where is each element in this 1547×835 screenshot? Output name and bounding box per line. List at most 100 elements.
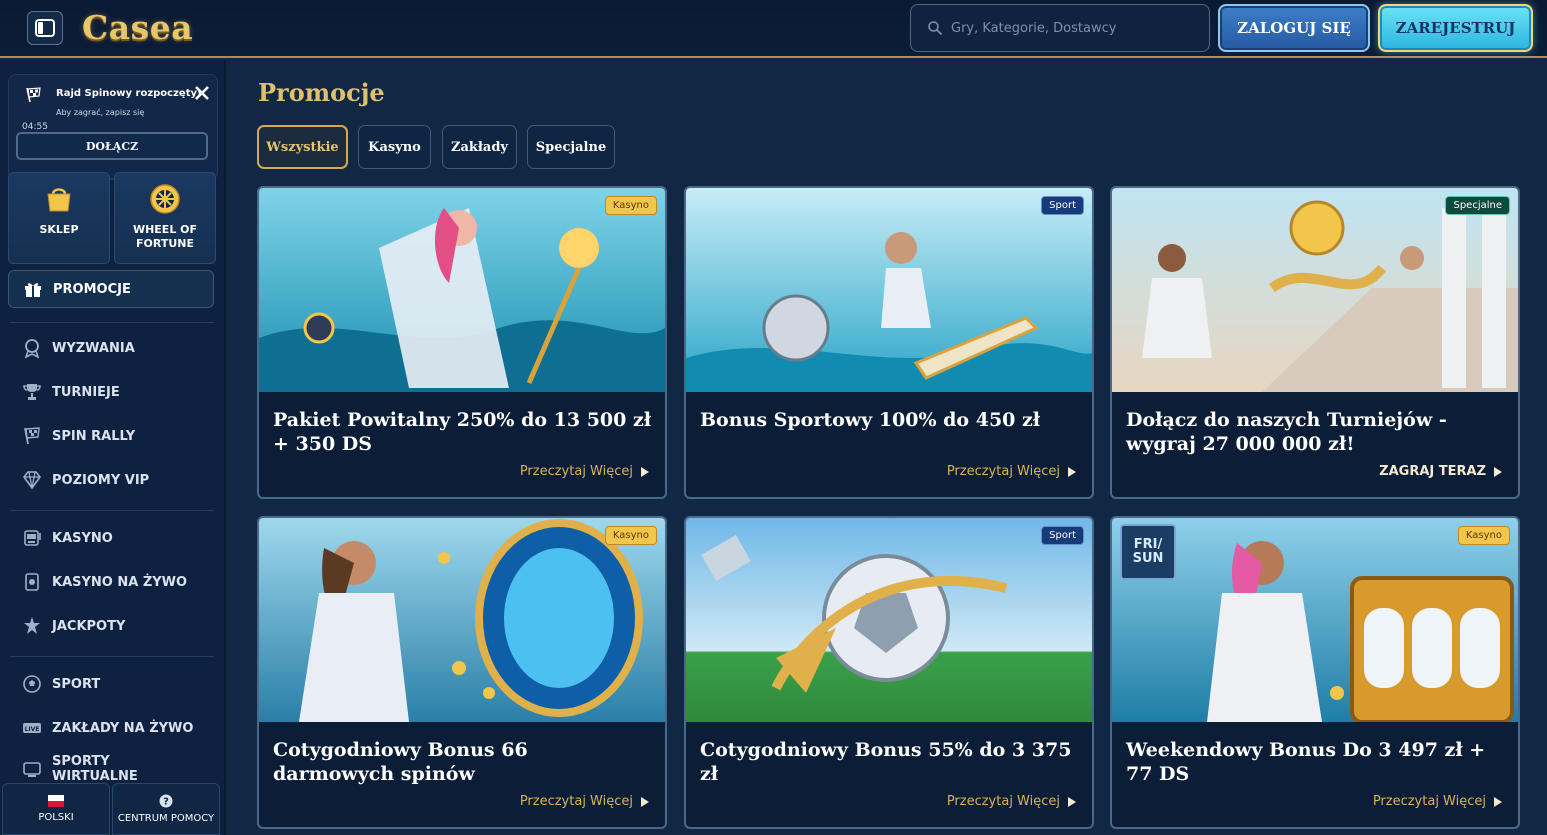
category-badge: Specjalne xyxy=(1445,196,1510,215)
top-header: Casea ZALOGUJ SIĘ ZAREJESTRUJ xyxy=(0,0,1547,58)
read-more-label: Przeczytaj Więcej xyxy=(946,464,1060,479)
slot-machine-icon xyxy=(24,530,41,546)
sidebar-item-label: SPORTY WIRTUALNE xyxy=(52,754,138,780)
read-more-link[interactable]: Przeczytaj Więcej xyxy=(947,464,1076,479)
promo-title: Bonus Sportowy 100% do 450 zł xyxy=(700,409,1041,431)
promo-card-sports-bonus[interactable]: Sport Bonus Sportowy 100% do 450 zł Prze… xyxy=(684,186,1094,499)
register-button[interactable]: ZAREJESTRUJ xyxy=(1378,4,1533,52)
fortune-wheel-icon xyxy=(150,184,180,214)
sidebar-item-label: WYZWANIA xyxy=(52,340,135,356)
tab-casino[interactable]: Kasyno xyxy=(358,125,431,169)
chevron-right-icon xyxy=(1494,466,1502,477)
spin-rally-icon xyxy=(24,427,40,445)
search-bar[interactable] xyxy=(910,4,1210,52)
shop-tile-label: SKLEP xyxy=(39,223,79,236)
promo-card-image xyxy=(686,518,1092,722)
read-more-link[interactable]: Przeczytaj Więcej xyxy=(520,794,649,809)
rally-timer: 04:55 xyxy=(22,122,48,132)
wheel-of-fortune-tile[interactable]: WHEEL OF FORTUNE xyxy=(114,172,216,264)
sidebar-item-sport[interactable]: SPORT xyxy=(22,670,100,698)
gift-icon xyxy=(25,283,41,297)
challenge-icon xyxy=(24,339,40,358)
category-badge: Sport xyxy=(1041,196,1084,215)
search-input[interactable] xyxy=(951,20,1191,36)
login-button[interactable]: ZALOGUJ SIĘ xyxy=(1218,4,1370,52)
category-badge: Kasyno xyxy=(604,196,657,215)
sidebar-item-challenges[interactable]: WYZWANIA xyxy=(22,334,135,362)
promo-card-image xyxy=(1112,188,1518,392)
sidebar-divider xyxy=(10,322,214,323)
promo-card-weekly-free-spins[interactable]: Kasyno Cotygodniowy Bonus 66 darmowych s… xyxy=(257,516,667,829)
help-center-button[interactable]: ? CENTRUM POMOCY xyxy=(112,783,220,835)
sidebar-item-live-casino[interactable]: KASYNO NA ŻYWO xyxy=(22,568,187,596)
language-label: POLSKI xyxy=(38,812,74,823)
rally-subtitle: Aby zagrać, zapisz się xyxy=(56,108,145,117)
sidebar-item-label: PROMOCJE xyxy=(53,281,131,297)
diamond-icon xyxy=(22,471,42,490)
live-icon: LIVE xyxy=(23,723,41,733)
chevron-right-icon xyxy=(1494,796,1502,807)
sidebar-item-label: ZAKŁADY NA ŻYWO xyxy=(52,720,194,736)
promo-card-welcome-package[interactable]: Kasyno Pakiet Powitalny 250% do 13 500 z… xyxy=(257,186,667,499)
shopping-bag-icon xyxy=(47,188,71,212)
close-icon[interactable] xyxy=(192,83,212,103)
sidebar-item-casino[interactable]: KASYNO xyxy=(22,524,113,552)
svg-text:?: ? xyxy=(163,797,169,808)
sidebar-item-label: KASYNO NA ŻYWO xyxy=(52,574,188,590)
help-icon: ? xyxy=(159,794,173,808)
join-rally-button[interactable]: DOŁĄCZ xyxy=(16,132,208,160)
sidebar-item-virtual-sports[interactable]: SPORTY WIRTUALNE xyxy=(22,754,152,780)
category-badge: Kasyno xyxy=(1457,526,1510,545)
sidebar-item-tournaments[interactable]: TURNIEJE xyxy=(22,378,120,406)
category-badge: Sport xyxy=(1041,526,1084,545)
checkered-flag-icon xyxy=(26,87,41,103)
casea-logo[interactable]: Casea xyxy=(82,6,193,50)
sidebar-item-label: KASYNO xyxy=(52,530,113,546)
jackpot-icon xyxy=(24,617,40,634)
chevron-right-icon xyxy=(1068,796,1076,807)
sidebar-divider xyxy=(10,510,214,511)
sidebar-item-live-betting[interactable]: LIVE ZAKŁADY NA ŻYWO xyxy=(22,714,193,742)
chevron-right-icon xyxy=(1068,466,1076,477)
promo-title: Dołącz do naszych Turniejów - wygraj 27 … xyxy=(1126,409,1447,455)
read-more-label: Przeczytaj Więcej xyxy=(946,794,1060,809)
chevron-right-icon xyxy=(641,796,649,807)
sidebar-toggle-icon xyxy=(35,19,55,37)
poland-flag-icon xyxy=(48,795,64,807)
read-more-link[interactable]: Przeczytaj Więcej xyxy=(520,464,649,479)
help-center-label: CENTRUM POMOCY xyxy=(117,813,215,824)
read-more-label: Przeczytaj Więcej xyxy=(1372,794,1486,809)
promo-title: Pakiet Powitalny 250% do 13 500 zł + 350… xyxy=(273,409,652,455)
promo-card-weekend-bonus[interactable]: FRI/ SUN Kasyno Weekendowy Bonus Do 3 49… xyxy=(1110,516,1520,829)
sidebar-divider xyxy=(10,656,214,657)
sidebar: 04:55 Rajd Spinowy rozpoczęty! Aby zagra… xyxy=(0,60,226,835)
sidebar-item-label: SPORT xyxy=(52,676,101,692)
search-icon xyxy=(928,21,943,36)
promo-card-weekly-sports-bonus[interactable]: Sport Cotygodniowy Bonus 55% do 3 375 zł… xyxy=(684,516,1094,829)
promo-card-image xyxy=(259,518,665,722)
promo-card-tournaments[interactable]: Specjalne Dołącz do naszych Turniejów - … xyxy=(1110,186,1520,499)
sidebar-toggle-button[interactable] xyxy=(27,11,63,45)
category-badge: Kasyno xyxy=(604,526,657,545)
language-selector[interactable]: POLSKI xyxy=(2,783,110,835)
live-casino-icon xyxy=(25,573,39,591)
promo-card-image xyxy=(259,188,665,392)
sidebar-item-label: SPIN RALLY xyxy=(52,428,136,444)
promo-title: Weekendowy Bonus Do 3 497 zł + 77 DS xyxy=(1126,739,1486,785)
read-more-link[interactable]: Przeczytaj Więcej xyxy=(1373,794,1502,809)
sidebar-item-spin-rally[interactable]: SPIN RALLY xyxy=(22,422,135,450)
play-now-link[interactable]: ZAGRAJ TERAZ xyxy=(1379,464,1502,479)
tab-special[interactable]: Specjalne xyxy=(527,125,615,169)
tab-betting[interactable]: Zakłady xyxy=(442,125,517,169)
read-more-link[interactable]: Przeczytaj Więcej xyxy=(947,794,1076,809)
page-title: Promocje xyxy=(258,78,385,107)
tab-all[interactable]: Wszystkie xyxy=(257,125,348,169)
sidebar-item-jackpots[interactable]: JACKPOTY xyxy=(22,612,125,640)
sidebar-item-promotions[interactable]: PROMOCJE xyxy=(8,270,214,308)
promo-title: Cotygodniowy Bonus 66 darmowych spinów xyxy=(273,739,528,785)
promo-card-image xyxy=(686,188,1092,392)
virtual-sports-icon xyxy=(23,762,41,777)
sidebar-item-vip-levels[interactable]: POZIOMY VIP xyxy=(22,466,149,494)
promo-title: Cotygodniowy Bonus 55% do 3 375 zł xyxy=(700,739,1072,785)
shop-tile[interactable]: SKLEP xyxy=(8,172,110,264)
